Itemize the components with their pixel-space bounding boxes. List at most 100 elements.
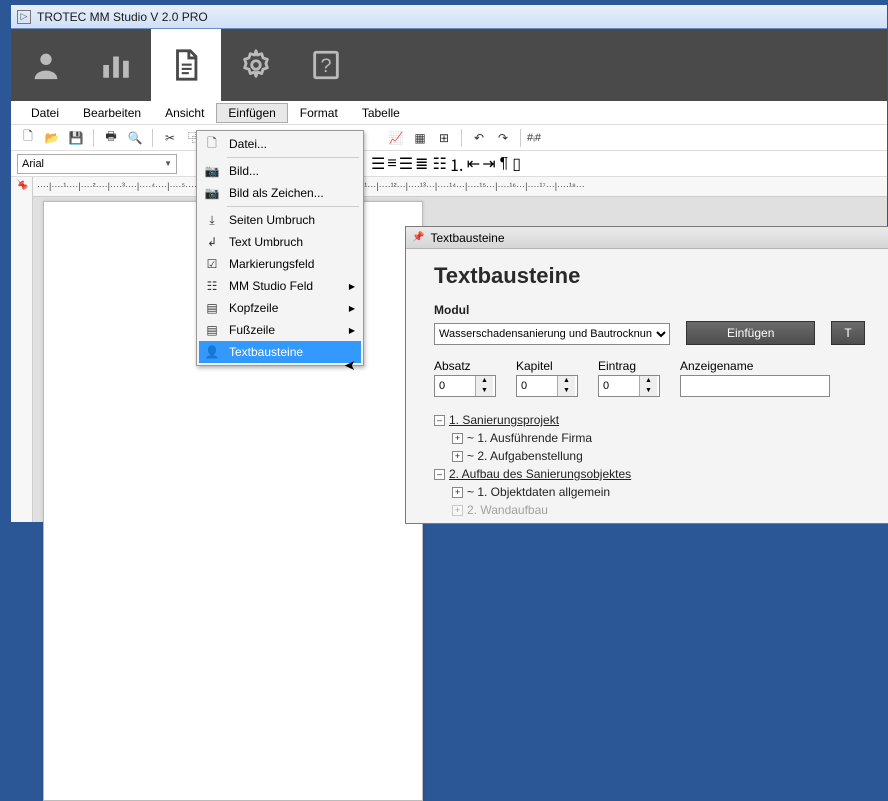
open-folder-icon[interactable]: 📂 bbox=[41, 127, 63, 149]
menu-bearbeiten[interactable]: Bearbeiten bbox=[71, 103, 153, 123]
expand-icon[interactable]: + bbox=[452, 433, 463, 444]
cut-icon[interactable]: ✂ bbox=[159, 127, 181, 149]
separator bbox=[520, 129, 521, 147]
grid-icon[interactable]: ▦ bbox=[409, 127, 431, 149]
submenu-arrow-icon: ▶ bbox=[349, 326, 355, 335]
menu-item-seitenumbruch[interactable]: ⤓ Seiten Umbruch bbox=[199, 209, 361, 231]
menu-item-mmstudio-feld[interactable]: ☷MM Studio Feld▶ bbox=[199, 275, 361, 297]
chart-icon[interactable]: 📈 bbox=[385, 127, 407, 149]
submenu-arrow-icon: ▶ bbox=[349, 304, 355, 313]
mouse-cursor-icon: ➤ bbox=[344, 357, 356, 374]
down-arrow-icon[interactable]: ▼ bbox=[476, 386, 493, 396]
kapitel-spinner[interactable]: ▲▼ bbox=[516, 375, 578, 397]
collapse-icon[interactable]: – bbox=[434, 415, 445, 426]
eintrag-label: Eintrag bbox=[598, 359, 660, 373]
up-arrow-icon[interactable]: ▲ bbox=[640, 376, 657, 386]
horizontal-ruler: ····|····¹····|····²····|····³····|····⁴… bbox=[33, 177, 887, 197]
number-list-icon[interactable]: ⒈ bbox=[449, 152, 465, 176]
save-icon[interactable]: 💾 bbox=[65, 127, 87, 149]
marker-icon[interactable]: ▯ bbox=[512, 154, 521, 174]
up-arrow-icon[interactable]: ▲ bbox=[476, 376, 493, 386]
anzeigename-input[interactable] bbox=[680, 375, 830, 397]
tree-node[interactable]: +~ 1. Ausführende Firma bbox=[434, 429, 860, 447]
undo-icon[interactable]: ↶ bbox=[468, 127, 490, 149]
menu-item-label: Fußzeile bbox=[229, 323, 275, 337]
align-left-icon[interactable]: ☰ bbox=[371, 154, 385, 174]
menu-item-label: Text Umbruch bbox=[229, 235, 303, 249]
eintrag-input[interactable] bbox=[599, 380, 639, 392]
menu-item-datei[interactable]: 🗋Datei... bbox=[199, 133, 361, 155]
tree-label: 1. Sanierungsprojekt bbox=[449, 413, 559, 427]
font-name: Arial bbox=[22, 158, 44, 170]
menu-item-fusszeile[interactable]: ▤Fußzeile▶ bbox=[199, 319, 361, 341]
up-arrow-icon[interactable]: ▲ bbox=[558, 376, 575, 386]
panel-header[interactable]: 📌 Textbausteine bbox=[406, 227, 888, 249]
expand-icon[interactable]: + bbox=[452, 505, 463, 516]
table-icon[interactable]: ⊞ bbox=[433, 127, 455, 149]
ribbon-settings-button[interactable] bbox=[221, 29, 291, 101]
menu-ansicht[interactable]: Ansicht bbox=[153, 103, 216, 123]
absatz-input[interactable] bbox=[435, 380, 475, 392]
menu-format[interactable]: Format bbox=[288, 103, 350, 123]
tree-label: ~ 2. Aufgabenstellung bbox=[467, 449, 583, 463]
align-center-icon[interactable]: ≡ bbox=[387, 155, 396, 173]
menu-item-textumbruch[interactable]: ↲Text Umbruch bbox=[199, 231, 361, 253]
menu-item-bild-zeichen[interactable]: 📷Bild als Zeichen... bbox=[199, 182, 361, 204]
separator bbox=[93, 129, 94, 147]
menu-tabelle[interactable]: Tabelle bbox=[350, 103, 412, 123]
pin-icon[interactable]: 📌 bbox=[412, 232, 424, 243]
redo-icon[interactable]: ↷ bbox=[492, 127, 514, 149]
print-icon[interactable]: 🖶 bbox=[100, 127, 122, 149]
person-icon bbox=[29, 48, 63, 82]
tree-node[interactable]: +~ 1. Objektdaten allgemein bbox=[434, 483, 860, 501]
vertical-ruler-strip: 📌 bbox=[11, 177, 33, 522]
separator bbox=[227, 206, 359, 207]
align-right-icon[interactable]: ☰ bbox=[399, 154, 413, 174]
down-arrow-icon[interactable]: ▼ bbox=[640, 386, 657, 396]
ribbon-chart-button[interactable] bbox=[81, 29, 151, 101]
menu-item-textbausteine[interactable]: 👤Textbausteine bbox=[199, 341, 361, 363]
einfuegen-button[interactable]: Einfügen bbox=[686, 321, 815, 345]
font-select[interactable]: Arial ▼ bbox=[17, 154, 177, 174]
outdent-icon[interactable]: ⇤ bbox=[467, 154, 480, 174]
tree-node[interactable]: –1. Sanierungsprojekt bbox=[434, 411, 860, 429]
expand-icon[interactable]: + bbox=[452, 487, 463, 498]
app-icon: ▷ bbox=[17, 10, 31, 24]
tree-node[interactable]: + ~ 2. Aufgabenstellung bbox=[434, 447, 860, 465]
textbausteine-panel: 📌 Textbausteine Textbausteine Modul Wass… bbox=[405, 226, 888, 524]
page-break-icon: ⤓ bbox=[203, 213, 221, 228]
align-justify-icon[interactable]: ≣ bbox=[415, 154, 428, 174]
expand-icon[interactable]: + bbox=[452, 451, 463, 462]
kapitel-input[interactable] bbox=[517, 380, 557, 392]
separator bbox=[227, 157, 359, 158]
ribbon-document-button[interactable] bbox=[151, 29, 221, 101]
menu-item-label: Seiten Umbruch bbox=[229, 213, 315, 227]
paragraph-icon[interactable]: ¶ bbox=[500, 155, 509, 173]
indent-icon[interactable]: ⇥ bbox=[482, 154, 495, 174]
down-arrow-icon[interactable]: ▼ bbox=[558, 386, 575, 396]
menu-datei[interactable]: Datei bbox=[19, 103, 71, 123]
menu-item-bild[interactable]: 📷Bild... bbox=[199, 160, 361, 182]
tree-node[interactable]: + 2. Wandaufbau bbox=[434, 501, 860, 519]
second-button[interactable]: T bbox=[831, 321, 864, 345]
preview-icon[interactable]: 🔍 bbox=[124, 127, 146, 149]
hash-field-icon[interactable]: #ᵢ# bbox=[527, 127, 541, 149]
menu-item-kopfzeile[interactable]: ▤Kopfzeile▶ bbox=[199, 297, 361, 319]
new-file-icon[interactable]: 🗋 bbox=[17, 127, 39, 149]
absatz-spinner[interactable]: ▲▼ bbox=[434, 375, 496, 397]
menu-item-markierungsfeld[interactable]: ☑Markierungsfeld bbox=[199, 253, 361, 275]
tree-view[interactable]: –1. Sanierungsprojekt +~ 1. Ausführende … bbox=[434, 411, 860, 519]
einfuegen-dropdown: 🗋Datei... 📷Bild... 📷Bild als Zeichen... … bbox=[196, 130, 364, 366]
ribbon-user-button[interactable] bbox=[11, 29, 81, 101]
tree-node[interactable]: –2. Aufbau des Sanierungsobjektes bbox=[434, 465, 860, 483]
modul-label: Modul bbox=[434, 303, 860, 317]
eintrag-spinner[interactable]: ▲▼ bbox=[598, 375, 660, 397]
file-plus-icon: 🗋 bbox=[203, 134, 221, 155]
pin-icon[interactable]: 📌 bbox=[16, 178, 27, 190]
menu-einfuegen[interactable]: Einfügen bbox=[216, 103, 287, 123]
modul-select[interactable]: Wasserschadensanierung und Bautrocknun bbox=[434, 323, 670, 345]
bullet-list-icon[interactable]: ☷ bbox=[432, 154, 446, 174]
collapse-icon[interactable]: – bbox=[434, 469, 445, 480]
title-bar[interactable]: ▷ TROTEC MM Studio V 2.0 PRO bbox=[11, 5, 887, 29]
ribbon-help-button[interactable]: ? bbox=[291, 29, 361, 101]
